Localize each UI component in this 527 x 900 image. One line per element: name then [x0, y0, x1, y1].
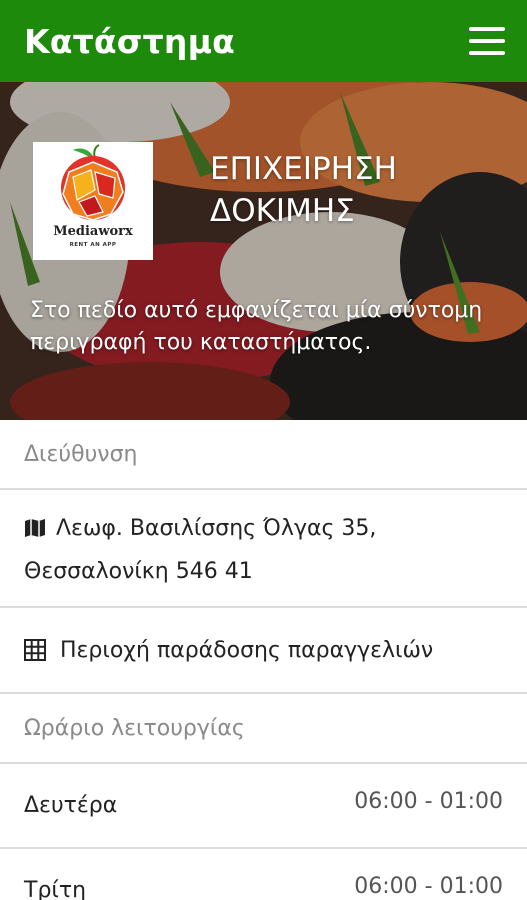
app-bar: Κατάστημα: [0, 0, 527, 82]
delivery-area-label: Περιοχή παράδοσης παραγγελιών: [60, 637, 434, 663]
store-description: Στο πεδίο αυτό εμφανίζεται μία σύντομη π…: [30, 298, 483, 355]
time-range: 06:00 - 01:00: [354, 789, 503, 814]
hours-row: Τρίτη 06:00 - 01:00: [0, 849, 527, 900]
map-icon: [24, 512, 46, 552]
day-label: Τρίτη: [24, 878, 87, 900]
address-line-1: Λεωφ. Βασιλίσσης Όλγας 35,: [56, 516, 377, 541]
business-name: ΕΠΙΧΕΙΡΗΣΗ ΔΟΚΙΜΗΣ: [210, 151, 397, 229]
time-range: 06:00 - 01:00: [354, 874, 503, 899]
business-logo: Mediaworx RENT AN APP: [33, 142, 153, 260]
address-section-header: Διεύθυνση: [0, 420, 527, 490]
day-label: Δευτέρα: [24, 793, 118, 818]
delivery-area-link[interactable]: Περιοχή παράδοσης παραγγελιών: [0, 608, 527, 694]
store-address[interactable]: Λεωφ. Βασιλίσσης Όλγας 35, Θεσσαλονίκη 5…: [0, 490, 527, 608]
hamburger-menu-icon[interactable]: [469, 27, 505, 55]
store-hero-banner: Mediaworx RENT AN APP ΕΠΙΧΕΙΡΗΣΗ ΔΟΚΙΜΗΣ…: [0, 82, 527, 420]
apple-logo-icon: [61, 144, 125, 221]
hours-section-header: Ωράριο λειτουργίας: [0, 694, 527, 764]
page-title: Κατάστημα: [24, 21, 235, 61]
grid-icon: [24, 639, 46, 661]
hours-row: Δευτέρα 06:00 - 01:00: [0, 764, 527, 849]
address-line-2: Θεσσαλονίκη 546 41: [24, 559, 253, 584]
